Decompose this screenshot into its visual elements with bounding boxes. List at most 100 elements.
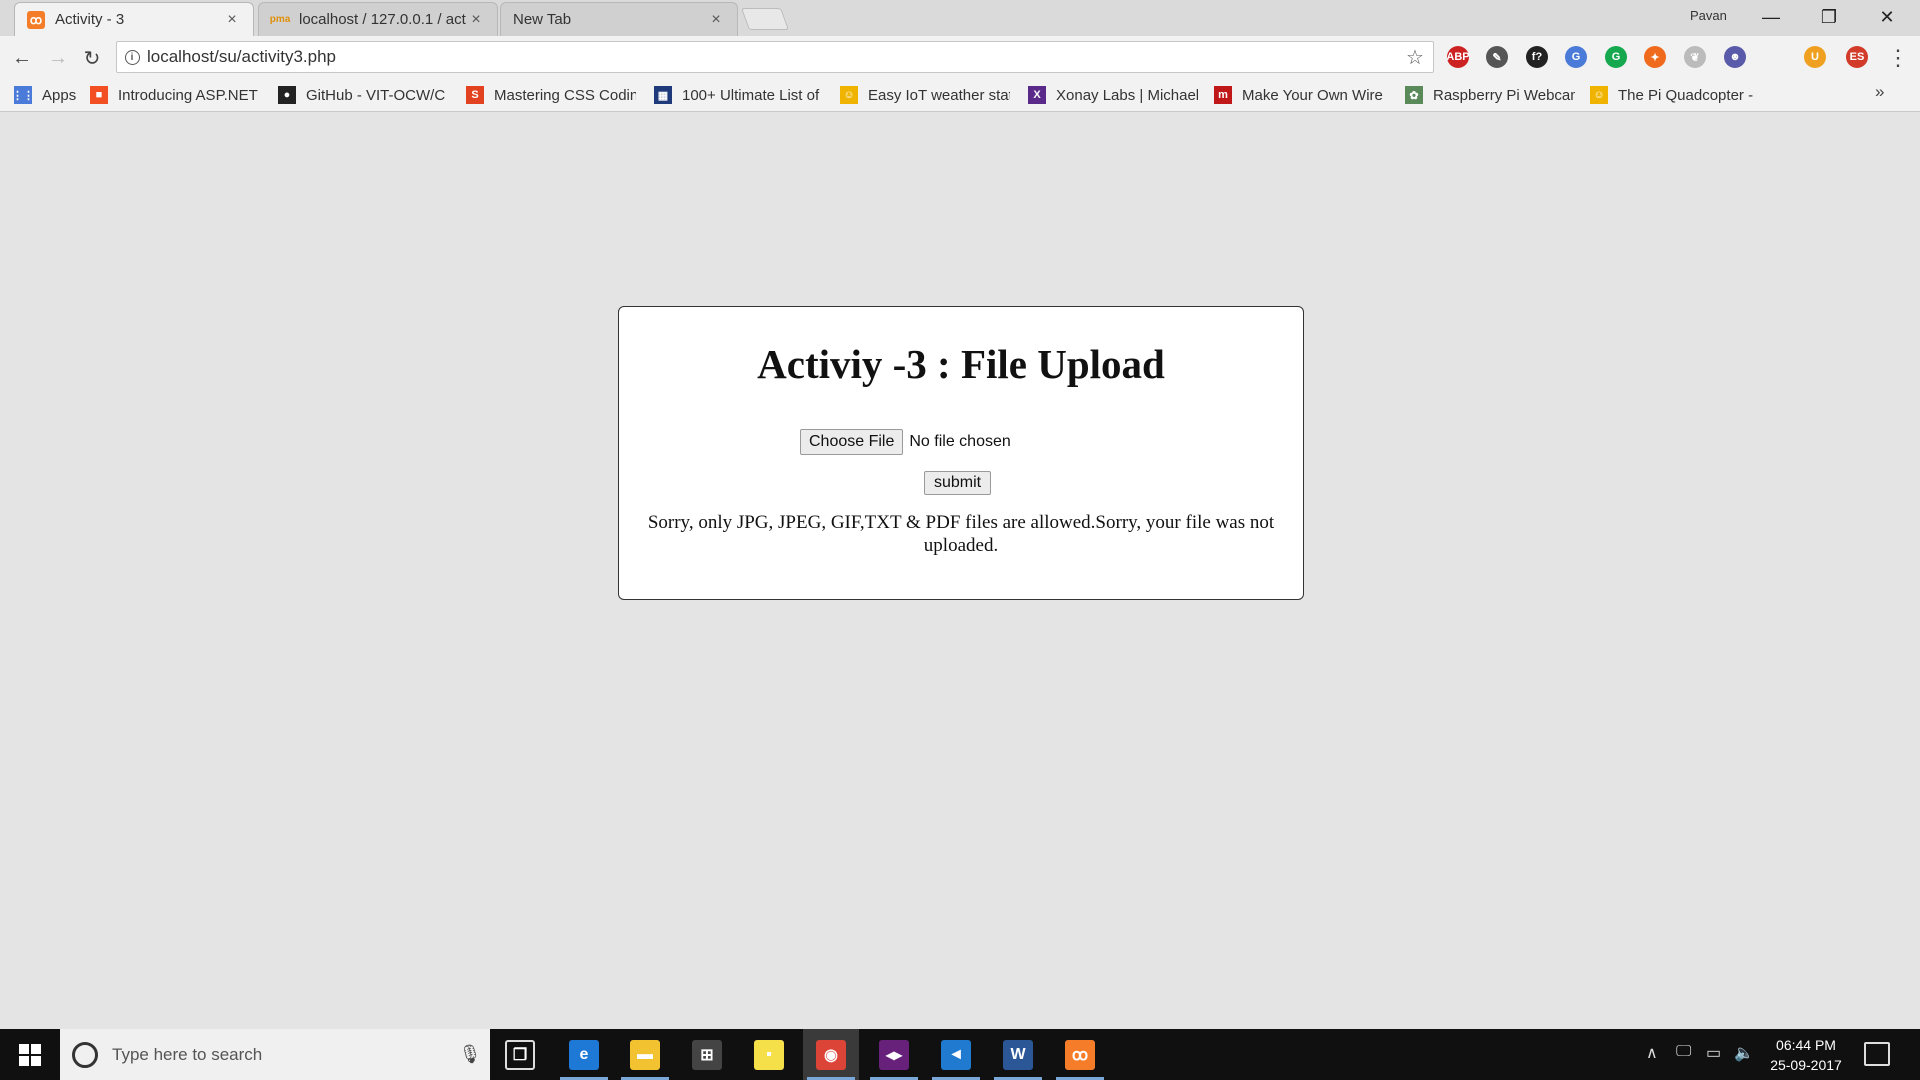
tab-close-icon[interactable]: × bbox=[223, 11, 241, 29]
store-icon: ⊞ bbox=[692, 1039, 722, 1070]
minimize-button[interactable]: — bbox=[1742, 0, 1800, 34]
bookmark-item[interactable]: ■ Introducing ASP.NET bbox=[90, 84, 260, 106]
bookmark-label: GitHub - VIT-OCW/C bbox=[306, 86, 446, 104]
page-title: Activiy -3 : File Upload bbox=[757, 341, 1165, 387]
bookmark-label: Easy IoT weather stat bbox=[868, 86, 1010, 104]
tab-close-icon[interactable]: × bbox=[707, 11, 725, 29]
vscode-icon: ◄ bbox=[941, 1039, 971, 1070]
chrome-taskbar-button[interactable]: ◉ bbox=[803, 1029, 859, 1080]
file-explorer-icon: ▬ bbox=[630, 1039, 660, 1070]
bookmark-item[interactable]: ☺ Easy IoT weather stat bbox=[840, 84, 1010, 106]
bookmark-label: Apps bbox=[42, 86, 77, 104]
xampp-icon: ꝏ bbox=[1065, 1039, 1095, 1070]
edge-taskbar-button[interactable]: e bbox=[556, 1029, 612, 1080]
start-button[interactable] bbox=[0, 1029, 60, 1080]
clock-date: 25-09-2017 bbox=[1770, 1057, 1842, 1073]
clock[interactable]: 06:44 PM 25-09-2017 bbox=[1756, 1035, 1856, 1075]
taskbar-search[interactable]: Type here to search 🎙 bbox=[60, 1029, 490, 1080]
file-input[interactable]: Choose File No file chosen bbox=[800, 429, 1011, 455]
network-icon[interactable]: 🖵 bbox=[1676, 1043, 1691, 1061]
page-viewport: Activiy -3 : File Upload Choose File No … bbox=[0, 113, 1920, 1029]
bookmark-item[interactable]: ● GitHub - VIT-OCW/C bbox=[278, 84, 448, 106]
bookmark-item[interactable]: ▦ 100+ Ultimate List of bbox=[654, 84, 824, 106]
google-translate-icon[interactable]: G bbox=[1565, 46, 1587, 68]
vscode-taskbar-button[interactable]: ◄ bbox=[928, 1029, 984, 1080]
visual-studio-icon: ◂▸ bbox=[879, 1039, 909, 1070]
reload-button[interactable]: ↻ bbox=[78, 44, 106, 72]
restore-button[interactable]: ❐ bbox=[1800, 0, 1858, 34]
wire-site-icon: m bbox=[1214, 86, 1232, 104]
file-status-text: No file chosen bbox=[909, 433, 1011, 450]
orange-extension-icon[interactable]: U bbox=[1804, 46, 1826, 68]
feather-icon[interactable]: ❦ bbox=[1684, 46, 1706, 68]
bookmark-label: 100+ Ultimate List of bbox=[682, 86, 820, 104]
task-view-taskbar-button[interactable]: ❐ bbox=[492, 1029, 548, 1080]
battery-icon[interactable]: ▭ bbox=[1706, 1043, 1721, 1063]
grammarly-icon[interactable]: G bbox=[1605, 46, 1627, 68]
volume-icon[interactable]: 🔈 bbox=[1734, 1043, 1754, 1063]
task-view-icon: ❐ bbox=[505, 1039, 535, 1070]
tab-label: Activity - 3 bbox=[55, 11, 125, 28]
adblock-plus-icon[interactable]: ABP bbox=[1446, 46, 1470, 68]
sticky-notes-taskbar-button[interactable]: ▪ bbox=[741, 1029, 797, 1080]
tab-activity-3[interactable]: ꝏ Activity - 3 × bbox=[14, 2, 254, 36]
bookmarks-overflow-button[interactable]: » bbox=[1875, 82, 1884, 102]
browser-toolbar: ← → ↻ i localhost/su/activity3.php ☆ ⋮ A… bbox=[0, 36, 1920, 78]
close-window-button[interactable]: ✕ bbox=[1858, 0, 1916, 34]
xampp-taskbar-button[interactable]: ꝏ bbox=[1052, 1029, 1108, 1080]
tab-phpmyadmin[interactable]: pma localhost / 127.0.0.1 / act × bbox=[258, 2, 498, 36]
address-bar[interactable]: i localhost/su/activity3.php ☆ bbox=[116, 41, 1434, 73]
choose-file-button[interactable]: Choose File bbox=[800, 429, 904, 455]
bookmark-item[interactable]: ☺ The Pi Quadcopter - bbox=[1590, 84, 1760, 106]
eyedropper-icon[interactable]: ✎ bbox=[1486, 46, 1508, 68]
list-site-icon: ▦ bbox=[654, 86, 672, 104]
site-info-icon[interactable]: i bbox=[117, 49, 147, 65]
cortana-icon bbox=[72, 1041, 98, 1068]
github-icon: ● bbox=[278, 86, 296, 104]
new-tab-button[interactable] bbox=[740, 8, 790, 30]
postman-icon[interactable]: ✦ bbox=[1644, 46, 1666, 68]
bookmark-item[interactable]: S Mastering CSS Codin bbox=[466, 84, 636, 106]
bookmark-star-icon[interactable]: ☆ bbox=[1397, 45, 1433, 70]
tab-label: New Tab bbox=[513, 11, 572, 28]
url-text[interactable]: localhost/su/activity3.php bbox=[147, 47, 1397, 67]
chrome-menu-icon[interactable]: ⋮ bbox=[1884, 44, 1912, 72]
profile-name[interactable]: Pavan bbox=[1690, 8, 1727, 23]
bookmark-label: Mastering CSS Codin bbox=[494, 86, 636, 104]
bookmark-item[interactable]: ✿ Raspberry Pi Webcam bbox=[1405, 84, 1575, 106]
bookmark-label: Introducing ASP.NET bbox=[118, 86, 258, 104]
sticky-notes-icon: ▪ bbox=[754, 1039, 784, 1070]
es-extension-icon[interactable]: ES bbox=[1846, 46, 1868, 68]
submit-button[interactable]: submit bbox=[924, 471, 992, 495]
upload-card: Activiy -3 : File Upload Choose File No … bbox=[618, 306, 1304, 600]
search-placeholder[interactable]: Type here to search bbox=[112, 1045, 450, 1065]
apps-grid-icon: ⋮⋮ bbox=[14, 86, 34, 104]
phpmyadmin-favicon-icon: pma bbox=[269, 14, 291, 25]
tray-chevron-icon[interactable]: ∧ bbox=[1646, 1043, 1658, 1063]
back-button[interactable]: ← bbox=[8, 44, 36, 72]
action-center-icon[interactable] bbox=[1864, 1042, 1890, 1066]
word-taskbar-button[interactable]: W bbox=[990, 1029, 1046, 1080]
chrome-icon: ◉ bbox=[816, 1039, 846, 1070]
word-icon: W bbox=[1003, 1039, 1033, 1070]
visual-studio-taskbar-button[interactable]: ◂▸ bbox=[866, 1029, 922, 1080]
bookmark-label: Xonay Labs | Michael bbox=[1056, 86, 1198, 104]
bookmark-label: Make Your Own Wire bbox=[1242, 86, 1383, 104]
tab-new-tab[interactable]: New Tab × bbox=[500, 2, 738, 36]
file-explorer-taskbar-button[interactable]: ▬ bbox=[617, 1029, 673, 1080]
microphone-icon[interactable]: 🎙 bbox=[450, 1044, 490, 1065]
windows-logo-icon bbox=[19, 1043, 41, 1066]
store-taskbar-button[interactable]: ⊞ bbox=[679, 1029, 735, 1080]
bookmark-label: The Pi Quadcopter - bbox=[1618, 86, 1754, 104]
forward-button[interactable]: → bbox=[44, 44, 72, 72]
bookmark-item[interactable]: ⋮⋮ Apps bbox=[14, 84, 84, 106]
robot-icon[interactable]: ☻ bbox=[1724, 46, 1746, 68]
clock-time: 06:44 PM bbox=[1776, 1037, 1836, 1053]
tab-close-icon[interactable]: × bbox=[467, 11, 485, 29]
bookmark-item[interactable]: m Make Your Own Wire bbox=[1214, 84, 1384, 106]
windows-taskbar: Type here to search 🎙 ∧ 🖵 ▭ 🔈 06:44 PM 2… bbox=[0, 1029, 1920, 1080]
xonay-icon: X bbox=[1028, 86, 1046, 104]
formula-icon[interactable]: f? bbox=[1526, 46, 1548, 68]
xampp-favicon-icon: ꝏ bbox=[27, 10, 45, 29]
bookmark-item[interactable]: X Xonay Labs | Michael bbox=[1028, 84, 1198, 106]
